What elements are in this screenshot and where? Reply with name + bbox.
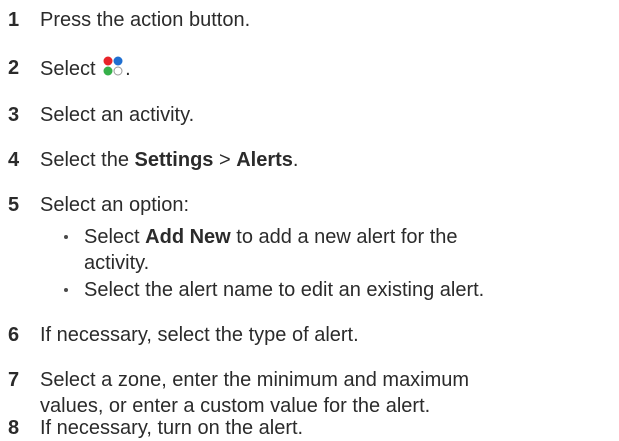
step-text: Select an option:: [40, 194, 189, 216]
bullet-dot: [64, 288, 68, 292]
bullet-text-before: Select: [84, 226, 146, 248]
step-text-after: .: [292, 149, 299, 171]
step-number: 1: [8, 9, 20, 31]
menu-separator: >: [213, 149, 237, 171]
bullet-text-after: to add a new alert for the: [230, 226, 458, 248]
step-text: If necessary, turn on the alert.: [40, 417, 304, 439]
step-number: 2: [8, 57, 20, 79]
bullet-dot: [64, 235, 68, 239]
step-text: Select an activity.: [40, 104, 195, 126]
step-number: 4: [8, 149, 20, 171]
step-text-before: Select the: [40, 149, 135, 171]
step-text: Select .: [40, 55, 131, 82]
step-number: 5: [8, 194, 20, 216]
step-number: 7: [8, 369, 20, 391]
step-number: 8: [8, 417, 20, 439]
alerts-menu-label: Alerts: [236, 149, 293, 171]
step-text-line-1: Select a zone, enter the minimum and max…: [40, 369, 470, 391]
add-new-label: Add New: [145, 226, 231, 248]
menu-dots-icon: [103, 56, 123, 76]
bullet-1-line-2: activity.: [84, 252, 150, 274]
step-text-before: Select: [40, 58, 102, 80]
bullet-text: Select the alert name to edit an existin…: [84, 279, 485, 301]
step-text-after: .: [125, 58, 131, 80]
bullet-text: Select Add New to add a new alert for th…: [84, 224, 458, 250]
step-text: If necessary, select the type of alert.: [40, 324, 359, 346]
step-text: Press the action button.: [40, 9, 251, 31]
step-number: 3: [8, 104, 20, 126]
step-number: 6: [8, 324, 20, 346]
step-text: Select the Settings > Alerts.: [40, 147, 298, 173]
settings-menu-label: Settings: [134, 149, 214, 171]
instruction-page: 1 Press the action button. 2 Select . 3 …: [0, 0, 619, 440]
